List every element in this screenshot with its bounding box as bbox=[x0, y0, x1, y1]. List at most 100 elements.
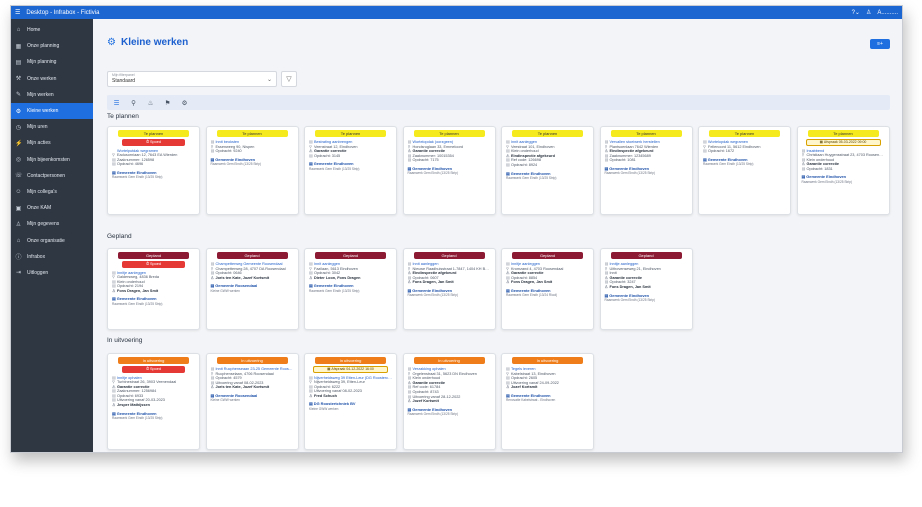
work-card[interactable]: Te plannen ▤Wortelopdak (oorzgeen) ⚲ Hondsr… bbox=[402, 126, 496, 215]
help-icon[interactable]: ?⌄ bbox=[852, 9, 860, 16]
work-card[interactable]: Te plannen ▤Vervallen stoeiwerk herstelle… bbox=[599, 126, 693, 215]
client-contract: Raamwerk Gem Eindh (13/25 Strip) bbox=[407, 412, 459, 417]
client-name: ▤ Gemeente Roosendaal bbox=[210, 392, 258, 398]
sidebar-item-mijn-gegevens[interactable]: ♙ Mijn gegevens bbox=[11, 216, 93, 232]
work-card[interactable]: Gepland ▤Innitje aanleggen ⚲ Kromzand 4, 47… bbox=[501, 248, 594, 330]
work-card[interactable]: Gepland ⏱ Spoed ▤Innitje aanleggen ⚲ Galders… bbox=[107, 248, 200, 330]
status-badge: Te plannen bbox=[413, 130, 485, 137]
work-card[interactable]: Gepland ▤Innit aanleggen ⚲ Nieuwe Raadhuiss… bbox=[402, 248, 496, 330]
card-line-text: Eindinspectie afgekeurd bbox=[609, 149, 654, 154]
card-line-text: Eadusorniaan 12, 7643 EA Wierden bbox=[117, 153, 178, 158]
filter-button[interactable]: ▽ bbox=[281, 71, 297, 87]
sidebar-item-label: Mijn bijeenkomsten bbox=[27, 156, 70, 163]
sidebar-item-mijn-planning[interactable]: ▤ Mijn planning bbox=[11, 54, 93, 70]
card-line-text: Eindinspectie afgekeurd bbox=[511, 153, 555, 158]
card-line-text: Plantsoenlaan 7642 Wierden bbox=[609, 144, 659, 149]
client-contract: Raamwerk Gem Eindh (13/25 Strip) bbox=[309, 166, 360, 171]
page-title: Kleine werken bbox=[120, 37, 189, 48]
settings-icon[interactable]: ⚙ bbox=[180, 99, 189, 107]
app-window: ☰ Desktop - Infrabox - Fictivia ?⌄ ♙ A..… bbox=[10, 5, 903, 453]
client-name: ▤ DG Roostertchniek BV bbox=[309, 401, 356, 407]
actions-icon: ⚡ bbox=[15, 140, 23, 147]
card-line: ▤Opdracht: 8924 bbox=[506, 163, 589, 168]
work-card[interactable]: Te plannen ▤Bestrating aanbrengen ⚲ Veenstr… bbox=[304, 126, 397, 215]
work-card[interactable]: Gepland ▤Innit aanleggen ⚲ Fazilaan, 5613 E… bbox=[304, 248, 397, 330]
client-name-text: Gemeente Eindhoven bbox=[116, 169, 157, 175]
card-line-text: Innit aanleggen bbox=[412, 262, 439, 266]
organisation-icon: ⌂ bbox=[16, 237, 21, 244]
client-contract: Kleine GWW werken bbox=[210, 288, 240, 293]
filter-select[interactable]: Mijn filterpanel Standaard ⌄ bbox=[107, 71, 277, 87]
card-line-text: Uitvoering vanaf 28-12-2022 bbox=[412, 394, 461, 399]
card-line-text: Jozef Kortsmit bbox=[412, 399, 439, 404]
user-icon[interactable]: ♙ bbox=[866, 9, 871, 16]
card-line: ♙ Dieter Loon, Fons Dragen bbox=[309, 276, 392, 281]
map-pin-icon[interactable]: ⚲ bbox=[129, 99, 138, 107]
work-card[interactable]: Te plannen ⏱ Spoed Wortelputdak wegramen ⚲ E… bbox=[107, 126, 200, 215]
work-card[interactable]: In uitvoering ▤Verzakking ophalen ⚲ Orgelen… bbox=[402, 353, 496, 450]
work-card[interactable]: In uitvoering ▦ Afspraak 04-12-2022 16:00… bbox=[304, 353, 397, 450]
client-name: ▤ Gemeente Eindhoven bbox=[210, 156, 256, 162]
card-line: ▤Opdracht: 1831 bbox=[802, 167, 885, 172]
hamburger-icon[interactable]: ☰ bbox=[15, 9, 20, 16]
card-line-text: Opdracht: 3145 bbox=[314, 153, 341, 158]
card-line-text: Wortelopdak wegramen bbox=[708, 140, 749, 144]
sidebar-item-contactpersonen[interactable]: ☏ Contactpersonen bbox=[11, 168, 93, 184]
sidebar-item-label: Mijn planning bbox=[27, 59, 57, 66]
card-line-text: Fazilaan, 5613 Eindhoven bbox=[314, 266, 358, 271]
sidebar-item-label: Uitloggen bbox=[27, 269, 49, 276]
work-card[interactable]: Te plannen ▤Wortelopdak wegramen ⚲ Fellenoo… bbox=[698, 126, 791, 215]
card-line-text: Opdracht: 1672 bbox=[708, 149, 735, 154]
card-line-text: Opdracht: 1831 bbox=[806, 166, 833, 171]
card-line-text: Tegels leveren bbox=[511, 367, 536, 371]
work-card[interactable]: Gepland ▤Innitje aanleggen ⚲ Uithovenseweg … bbox=[599, 248, 693, 330]
sidebar-item-onze-werken[interactable]: ⚒ Onze werken bbox=[11, 71, 93, 87]
urgent-badge: ⏱ Spoed bbox=[122, 366, 185, 373]
client-contract: Renovatie Kabelstraat - Eindhoven bbox=[506, 398, 556, 403]
user-name[interactable]: A.......... bbox=[877, 10, 898, 16]
work-card[interactable]: Te plannen ▤Innit aanleggen ⚲ Veestraat 101… bbox=[501, 126, 594, 215]
sidebar: ⌂ Home ▦ Onze planning ▤ Mijn planning ⚒ Onze w… bbox=[11, 19, 93, 452]
client-contract: Raamwerk Gem Eindh (13/24 Riool) bbox=[506, 293, 558, 298]
fire-icon[interactable]: ♨ bbox=[146, 99, 155, 107]
sidebar-item-infrabox[interactable]: ⓘ Infrabox bbox=[11, 249, 93, 265]
sidebar-item-onze-kam[interactable]: ▣ Onze KAM bbox=[11, 200, 93, 216]
work-card[interactable]: In uitvoering ⏱ Spoed ▤Innitje ophalen ⚲ Tur… bbox=[107, 353, 200, 450]
card-line-text: Galdersweg, 4836 Breda bbox=[117, 275, 160, 280]
card-line-text: Fellenoord 11, 5612 Eindhoven bbox=[708, 144, 761, 149]
client-name-text: Gemeente Eindhoven bbox=[510, 392, 551, 398]
list-icon[interactable]: ☰ bbox=[112, 99, 121, 107]
work-card[interactable]: In uitvoering ▤Innit Rucphenseaan 23-25 G… bbox=[205, 353, 299, 450]
card-line-text: Opdracht: 3247 bbox=[609, 280, 636, 285]
card-line: ♙ Joris ten Kate, Jozef Kortsmit bbox=[211, 276, 294, 281]
sidebar-item-kleine-werken[interactable]: ⚙ Kleine werken bbox=[11, 102, 93, 120]
sidebar-item-mijn-uren[interactable]: ◷ Mijn uren bbox=[11, 119, 93, 135]
sidebar-item-mijn-werken[interactable]: ✎ Mijn werken bbox=[11, 87, 93, 103]
card-line: ▤Opdracht: 9240 bbox=[211, 149, 294, 154]
work-card[interactable]: Te plannen ▦ Afspraak 05-03-2022 09:00 ▤In… bbox=[796, 126, 890, 215]
client-contract: Raamwerk Gem Eindh (13/25 Strip) bbox=[112, 416, 163, 421]
card-line-text: Uitvoering vanaf 08-02-2023 bbox=[215, 380, 264, 385]
card-line-text: Kromzand 4, 4703 Roosendaal bbox=[511, 266, 564, 271]
sidebar-item-mijn-collega-s[interactable]: ☺ Mijn collega's bbox=[11, 184, 93, 200]
flag-icon[interactable]: ⚑ bbox=[163, 99, 172, 107]
kam-icon: ▣ bbox=[15, 205, 22, 212]
work-card[interactable]: Gepland ▤Champetterweg Gemeente Roosendaa… bbox=[205, 248, 299, 330]
client-name-text: Gemeente Eindhoven bbox=[609, 165, 650, 171]
small-tools-icon: ⚙ bbox=[107, 37, 116, 48]
work-card[interactable]: Te plannen ▤Innit beoksten ⚲ Essenweeg 90, … bbox=[205, 126, 299, 215]
work-card[interactable]: In uitvoering ▤Tegels leveren ⚲ Kabelstraat… bbox=[501, 353, 594, 450]
status-badge: Te plannen bbox=[216, 130, 288, 137]
wrench-icon: ✎ bbox=[15, 92, 22, 99]
card-line-text: Klein onderhoud bbox=[806, 157, 835, 162]
add-button[interactable]: ≡+ bbox=[870, 39, 890, 49]
sidebar-item-uitloggen[interactable]: ⇥ Uitloggen bbox=[11, 265, 93, 281]
home-icon: ⌂ bbox=[16, 27, 21, 34]
sidebar-item-mijn-acties[interactable]: ⚡ Mijn acties bbox=[11, 135, 93, 151]
sidebar-item-onze-organisatie[interactable]: ⌂ Onze organisatie bbox=[11, 232, 93, 248]
sidebar-item-onze-planning[interactable]: ▦ Onze planning bbox=[11, 38, 93, 54]
sidebar-item-mijn-bijeenkomsten[interactable]: ◎ Mijn bijeenkomsten bbox=[11, 152, 93, 168]
sidebar-item-home[interactable]: ⌂ Home bbox=[11, 22, 93, 38]
status-badge: Gepland bbox=[610, 252, 682, 259]
card-line-text: Champetterweg Gemeente Roosendaal bbox=[215, 262, 283, 266]
